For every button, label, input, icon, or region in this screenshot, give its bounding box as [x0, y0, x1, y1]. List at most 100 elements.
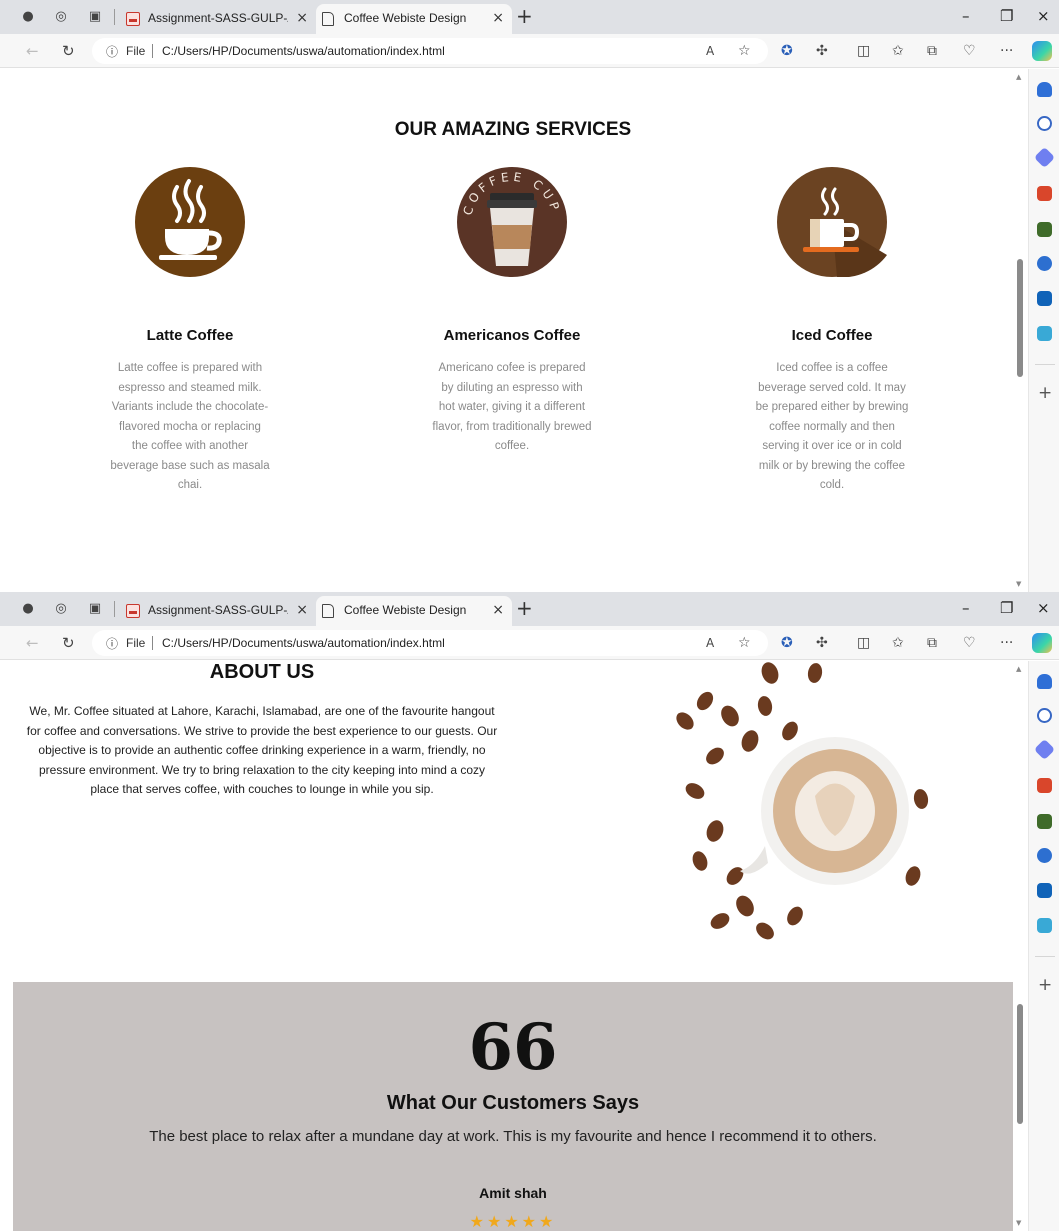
coffee-cup-logo-icon: COFFEE CUP — [457, 167, 567, 277]
shopping-tag-icon[interactable] — [1033, 738, 1056, 761]
scroll-up-arrow[interactable]: ▲ — [1016, 665, 1021, 673]
tools-briefcase-icon[interactable] — [1037, 186, 1052, 201]
minimize-button[interactable]: – — [962, 7, 970, 25]
extension-icon[interactable]: ✪ — [781, 634, 793, 652]
extensions-puzzle-icon[interactable]: ✣ — [816, 634, 828, 652]
browser-essentials-icon[interactable]: ♡ — [963, 634, 976, 652]
profile-icon[interactable]: ● — [20, 9, 36, 25]
service-description: Americano cofee is prepared by diluting … — [432, 362, 592, 452]
more-menu-icon[interactable]: ··· — [1000, 634, 1013, 652]
refresh-icon[interactable]: ↻ — [62, 634, 75, 652]
back-icon[interactable]: ← — [26, 634, 39, 652]
address-bar[interactable]: ⓘ File C:/Users/HP/Documents/uswa/automa… — [92, 38, 768, 64]
rating-stars: ★★★★★ — [13, 1212, 1013, 1231]
tab-assignment[interactable]: Assignment-SASS-GULP-AUTOM × — [120, 4, 316, 34]
tab-coffee-website[interactable]: Coffee Webiste Design × — [316, 596, 512, 626]
favorites-icon[interactable]: ✩ — [892, 42, 904, 60]
restore-button[interactable]: ❐ — [1000, 599, 1013, 617]
add-sidebar-app-icon[interactable]: + — [1038, 975, 1052, 995]
document-icon — [322, 604, 334, 618]
microsoft-365-icon[interactable] — [1037, 848, 1052, 863]
read-aloud-icon[interactable]: A — [706, 634, 714, 652]
scroll-down-arrow[interactable]: ▼ — [1016, 1219, 1021, 1227]
drop-icon[interactable] — [1037, 326, 1052, 341]
url-text[interactable]: C:/Users/HP/Documents/uswa/automation/in… — [162, 44, 445, 58]
browser-window-about: ● ◎ ▣ Assignment-SASS-GULP-AUTOM × Coffe… — [0, 592, 1059, 1231]
profile-icon[interactable]: ● — [20, 601, 36, 617]
address-divider — [152, 636, 153, 650]
service-description: Iced coffee is a coffee beverage served … — [755, 362, 909, 491]
close-tab-icon[interactable]: × — [296, 10, 308, 26]
new-tab-button[interactable]: + — [516, 598, 533, 618]
copilot-icon[interactable] — [1032, 633, 1052, 653]
outlook-icon[interactable] — [1037, 883, 1052, 898]
close-window-button[interactable]: × — [1037, 7, 1050, 25]
tab-actions-icon[interactable]: ▣ — [87, 9, 103, 25]
iced-coffee-cup-icon — [777, 167, 887, 277]
scroll-down-arrow[interactable]: ▼ — [1016, 580, 1021, 588]
favorite-star-icon[interactable]: ☆ — [738, 42, 751, 60]
extensions-puzzle-icon[interactable]: ✣ — [816, 42, 828, 60]
tools-briefcase-icon[interactable] — [1037, 778, 1052, 793]
tab-strip: ● ◎ ▣ Assignment-SASS-GULP-AUTOM × Coffe… — [0, 592, 1059, 626]
minimize-button[interactable]: – — [962, 599, 970, 617]
more-menu-icon[interactable]: ··· — [1000, 42, 1013, 60]
collections-icon[interactable]: ⧉ — [927, 42, 937, 60]
split-screen-icon[interactable]: ◫ — [857, 634, 870, 652]
shopping-tag-icon[interactable] — [1033, 146, 1056, 169]
tab-assignment[interactable]: Assignment-SASS-GULP-AUTOM × — [120, 596, 316, 626]
tab-coffee-website[interactable]: Coffee Webiste Design × — [316, 4, 512, 34]
tab-strip-divider — [114, 9, 115, 25]
scroll-thumb[interactable] — [1017, 259, 1023, 377]
tab-strip-divider — [114, 601, 115, 617]
page-scrollbar[interactable]: ▲ ▼ — [1013, 69, 1027, 592]
browser-window-services: ● ◎ ▣ Assignment-SASS-GULP-AUTOM × Coffe… — [0, 0, 1059, 592]
workspaces-icon[interactable]: ◎ — [53, 9, 69, 25]
tab-actions-icon[interactable]: ▣ — [87, 601, 103, 617]
search-icon[interactable] — [1037, 116, 1052, 131]
games-icon[interactable] — [1037, 814, 1052, 829]
workspaces-icon[interactable]: ◎ — [53, 601, 69, 617]
close-tab-icon[interactable]: × — [492, 602, 504, 618]
add-sidebar-app-icon[interactable]: + — [1038, 383, 1052, 403]
read-aloud-icon[interactable]: A — [706, 42, 714, 60]
restore-button[interactable]: ❐ — [1000, 7, 1013, 25]
service-name: Americanos Coffee — [443, 327, 581, 344]
drop-icon[interactable] — [1037, 918, 1052, 933]
copilot-icon[interactable] — [1032, 41, 1052, 61]
url-text[interactable]: C:/Users/HP/Documents/uswa/automation/in… — [162, 636, 445, 650]
page-scrollbar[interactable]: ▲ ▼ — [1013, 661, 1027, 1231]
page-viewport: ABOUT US We, Mr. Coffee situated at Laho… — [0, 661, 1013, 1231]
edge-sidebar: + — [1028, 69, 1059, 592]
scroll-thumb[interactable] — [1017, 1004, 1023, 1124]
notifications-icon[interactable] — [1037, 82, 1052, 97]
close-window-button[interactable]: × — [1037, 599, 1050, 617]
extension-icon[interactable]: ✪ — [781, 42, 793, 60]
document-icon — [322, 12, 334, 26]
microsoft-365-icon[interactable] — [1037, 256, 1052, 271]
tab-title: Coffee Webiste Design — [344, 11, 467, 25]
coffee-beans-latte-image — [655, 661, 955, 951]
site-info-icon[interactable]: ⓘ — [106, 43, 118, 60]
split-screen-icon[interactable]: ◫ — [857, 42, 870, 60]
browser-toolbar: ← ↻ ⓘ File C:/Users/HP/Documents/uswa/au… — [0, 626, 1059, 660]
scroll-up-arrow[interactable]: ▲ — [1016, 73, 1021, 81]
testimonial-text: The best place to relax after a mundane … — [149, 1128, 877, 1145]
outlook-icon[interactable] — [1037, 291, 1052, 306]
close-tab-icon[interactable]: × — [492, 10, 504, 26]
refresh-icon[interactable]: ↻ — [62, 42, 75, 60]
games-icon[interactable] — [1037, 222, 1052, 237]
new-tab-button[interactable]: + — [516, 6, 533, 26]
favorite-star-icon[interactable]: ☆ — [738, 634, 751, 652]
browser-essentials-icon[interactable]: ♡ — [963, 42, 976, 60]
site-info-icon[interactable]: ⓘ — [106, 635, 118, 652]
back-icon[interactable]: ← — [26, 42, 39, 60]
pdf-file-icon — [126, 604, 140, 618]
address-bar[interactable]: ⓘ File C:/Users/HP/Documents/uswa/automa… — [92, 630, 768, 656]
search-icon[interactable] — [1037, 708, 1052, 723]
scheme-label: File — [126, 636, 146, 650]
collections-icon[interactable]: ⧉ — [927, 634, 937, 652]
favorites-icon[interactable]: ✩ — [892, 634, 904, 652]
close-tab-icon[interactable]: × — [296, 602, 308, 618]
notifications-icon[interactable] — [1037, 674, 1052, 689]
